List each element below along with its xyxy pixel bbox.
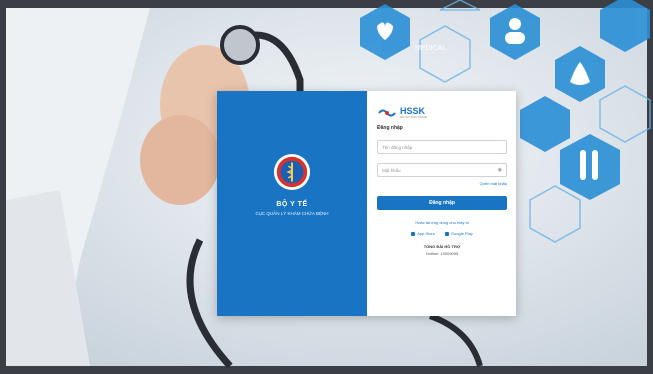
- store-links: App Store Google Play: [377, 231, 507, 236]
- login-card: BỘ Y TẾ CỤC QUẢN LÝ KHÁM CHỮA BỆNH HSSK …: [217, 91, 516, 316]
- hssk-logo-icon: [378, 109, 396, 117]
- google-play-link[interactable]: Google Play: [445, 231, 473, 236]
- ministry-subtitle: CỤC QUẢN LÝ KHÁM CHỮA BỆNH: [255, 211, 329, 216]
- login-button[interactable]: Đăng nhập: [377, 196, 507, 210]
- ministry-name: BỘ Y TẾ: [276, 201, 308, 208]
- google-play-label: Google Play: [451, 231, 473, 236]
- show-password-icon[interactable]: ◉: [498, 167, 502, 173]
- support-title: TỔNG ĐÀI HỖ TRỢ: [423, 244, 461, 249]
- hotline-text: Hotline: 19009095: [425, 251, 459, 256]
- ministry-panel: BỘ Y TẾ CỤC QUẢN LÝ KHÁM CHỮA BỆNH: [217, 91, 367, 316]
- password-input[interactable]: Mật khẩu ◉: [377, 163, 507, 177]
- hssk-logo: HSSK HỒ SƠ SỨC KHỎE: [377, 107, 506, 119]
- google-play-icon: [445, 231, 449, 236]
- medical-label: MEDICAL: [415, 45, 446, 52]
- ministry-emblem-icon: [273, 153, 311, 191]
- login-form-panel: HSSK HỒ SƠ SỨC KHỎE Đăng nhập Tên đăng n…: [367, 91, 516, 316]
- apple-icon: [411, 231, 416, 236]
- app-store-label: App Store: [417, 231, 435, 236]
- app-store-link[interactable]: App Store: [411, 231, 435, 236]
- username-placeholder: Tên đăng nhập: [382, 144, 413, 150]
- download-app-text[interactable]: Hoặc tải ứng dụng cho máy di: [377, 220, 507, 225]
- logo-text: HSSK HỒ SƠ SỨC KHỎE: [400, 107, 427, 120]
- login-heading: Đăng nhập: [377, 125, 403, 131]
- password-placeholder: Mật khẩu: [382, 167, 401, 173]
- forgot-password-link[interactable]: Quên mật khẩu: [377, 181, 507, 186]
- logo-tagline: HỒ SƠ SỨC KHỎE: [400, 115, 427, 119]
- username-input[interactable]: Tên đăng nhập: [377, 140, 507, 154]
